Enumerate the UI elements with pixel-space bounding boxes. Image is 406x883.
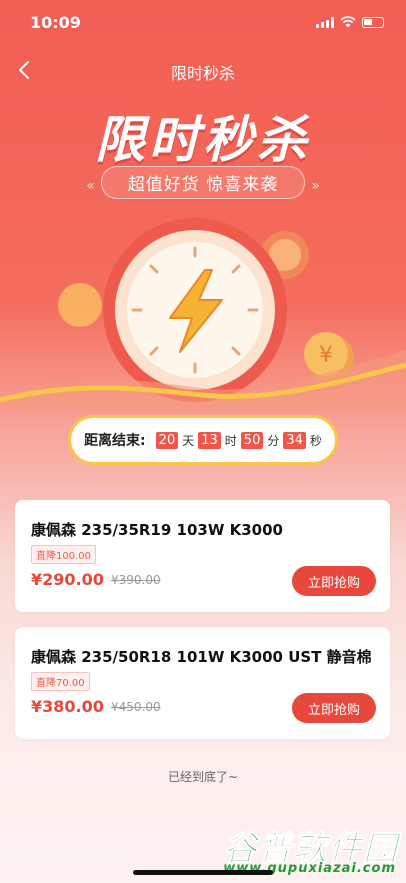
nav-bar: 限时秒杀 bbox=[0, 52, 406, 88]
sale-price: ¥290.00 bbox=[31, 570, 104, 589]
battery-icon bbox=[362, 16, 384, 28]
end-of-list-text: 已经到底了~ bbox=[167, 770, 239, 784]
status-bar: 10:09 bbox=[0, 0, 406, 44]
original-price: ¥450.00 bbox=[111, 700, 161, 714]
buy-now-button[interactable]: 立即抢购 bbox=[292, 566, 376, 596]
days-unit: 天 bbox=[182, 433, 195, 448]
countdown-days: 20 bbox=[155, 431, 179, 449]
home-indicator[interactable] bbox=[133, 870, 273, 875]
alarm-clock-illustration: ¥ bbox=[0, 218, 406, 410]
countdown-hours: 13 bbox=[198, 431, 221, 449]
sale-price: ¥380.00 bbox=[31, 697, 104, 716]
original-price: ¥390.00 bbox=[111, 573, 161, 587]
seconds-unit: 秒 bbox=[309, 433, 322, 448]
wifi-icon bbox=[340, 16, 356, 28]
minutes-unit: 分 bbox=[267, 433, 280, 448]
countdown-seconds: 34 bbox=[283, 431, 306, 449]
blur-coin-icon bbox=[58, 283, 102, 327]
svg-text:¥: ¥ bbox=[319, 343, 333, 368]
hero-subtitle: 超值好货 惊喜来袭 bbox=[100, 166, 306, 199]
double-chevron-left-icon: « bbox=[86, 178, 95, 194]
signal-icon bbox=[316, 16, 334, 28]
countdown-minutes: 50 bbox=[240, 431, 264, 449]
hero-title: 限时秒杀 bbox=[95, 111, 311, 169]
product-name: 康佩森 235/50R18 101W K3000 UST 静音棉 bbox=[31, 648, 372, 666]
hours-unit: 时 bbox=[224, 433, 237, 448]
product-card[interactable]: 康佩森 235/50R18 101W K3000 UST 静音棉 直降70.00… bbox=[15, 627, 390, 739]
product-name: 康佩森 235/35R19 103W K3000 bbox=[31, 521, 283, 539]
status-time: 10:09 bbox=[30, 13, 81, 32]
discount-badge: 直降100.00 bbox=[31, 545, 96, 564]
discount-badge: 直降70.00 bbox=[31, 672, 90, 691]
buy-now-button[interactable]: 立即抢购 bbox=[292, 693, 376, 723]
watermark: 谷普软件园 www.gupuxiazai.com bbox=[218, 821, 400, 877]
status-icons bbox=[316, 16, 384, 28]
hero-subtitle-row: « 超值好货 惊喜来袭 » bbox=[0, 166, 406, 199]
page-title: 限时秒杀 bbox=[170, 64, 235, 83]
product-card[interactable]: 康佩森 235/35R19 103W K3000 直降100.00 ¥290.0… bbox=[15, 500, 390, 612]
countdown-label: 距离结束: bbox=[84, 433, 146, 449]
countdown-timer: 距离结束: 20 天 13 时 50 分 34 秒 bbox=[68, 415, 338, 465]
double-chevron-right-icon: » bbox=[311, 178, 320, 194]
